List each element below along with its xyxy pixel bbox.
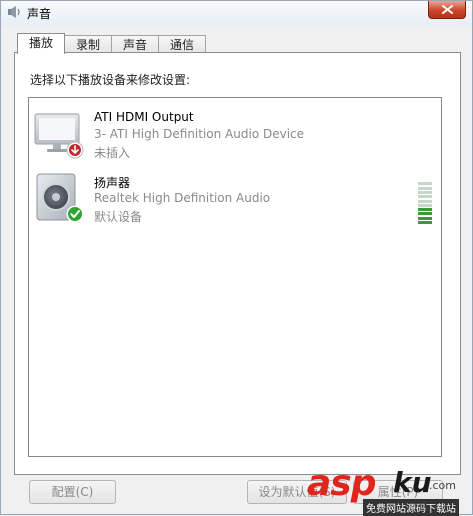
- level-segment: [418, 208, 432, 212]
- tab-communications[interactable]: 通信: [158, 35, 206, 53]
- configure-button[interactable]: 配置(C): [29, 480, 116, 504]
- window-title: 声音: [27, 7, 52, 21]
- watermark-subtitle: 免费网站源码下载站: [363, 499, 459, 516]
- default-check-icon: [66, 205, 84, 223]
- level-segment: [418, 221, 432, 224]
- device-name: 扬声器: [94, 176, 131, 190]
- close-icon: [442, 5, 453, 14]
- monitor-icon: [34, 113, 84, 159]
- level-segment: [418, 199, 432, 203]
- volume-level-meter: [418, 181, 432, 224]
- device-description: Realtek High Definition Audio: [94, 191, 271, 205]
- level-segment: [418, 186, 432, 190]
- tab-sounds[interactable]: 声音: [111, 35, 159, 53]
- device-item-hdmi[interactable]: ATI HDMI Output 3- ATI High Definition A…: [29, 104, 441, 164]
- close-button[interactable]: [428, 1, 466, 19]
- sound-dialog: 声音 播放 录制 声音 通信 选择以下播放设备来修改设置: ATI HDMI O…: [0, 0, 473, 516]
- speaker-small-icon: [8, 6, 20, 18]
- unplugged-icon: [66, 141, 84, 159]
- level-segment: [418, 203, 432, 207]
- device-status: 未插入: [94, 146, 131, 160]
- watermark-brand-dark: ku: [393, 466, 432, 499]
- device-status: 默认设备: [94, 210, 143, 224]
- tab-playback[interactable]: 播放: [17, 33, 65, 54]
- playback-panel: 选择以下播放设备来修改设置: ATI HDMI Output 3- ATI Hi…: [14, 52, 461, 475]
- watermark-brand-red: asp: [307, 463, 376, 504]
- speaker-icon: [36, 173, 84, 223]
- watermark-suffix: .com: [429, 479, 456, 492]
- watermark-logo: asp ku .com 免费网站源码下载站: [301, 463, 473, 516]
- level-segment: [418, 182, 432, 186]
- device-item-speakers[interactable]: 扬声器 Realtek High Definition Audio 默认设备: [29, 168, 441, 228]
- device-name: ATI HDMI Output: [94, 110, 194, 124]
- level-segment: [418, 216, 432, 220]
- instruction-text: 选择以下播放设备来修改设置:: [30, 73, 191, 87]
- level-segment: [418, 212, 432, 216]
- title-bar[interactable]: 声音: [1, 1, 472, 27]
- device-list[interactable]: ATI HDMI Output 3- ATI High Definition A…: [28, 97, 442, 457]
- level-segment: [418, 190, 432, 194]
- level-segment: [418, 195, 432, 199]
- tab-recording[interactable]: 录制: [64, 35, 112, 53]
- device-description: 3- ATI High Definition Audio Device: [94, 127, 305, 141]
